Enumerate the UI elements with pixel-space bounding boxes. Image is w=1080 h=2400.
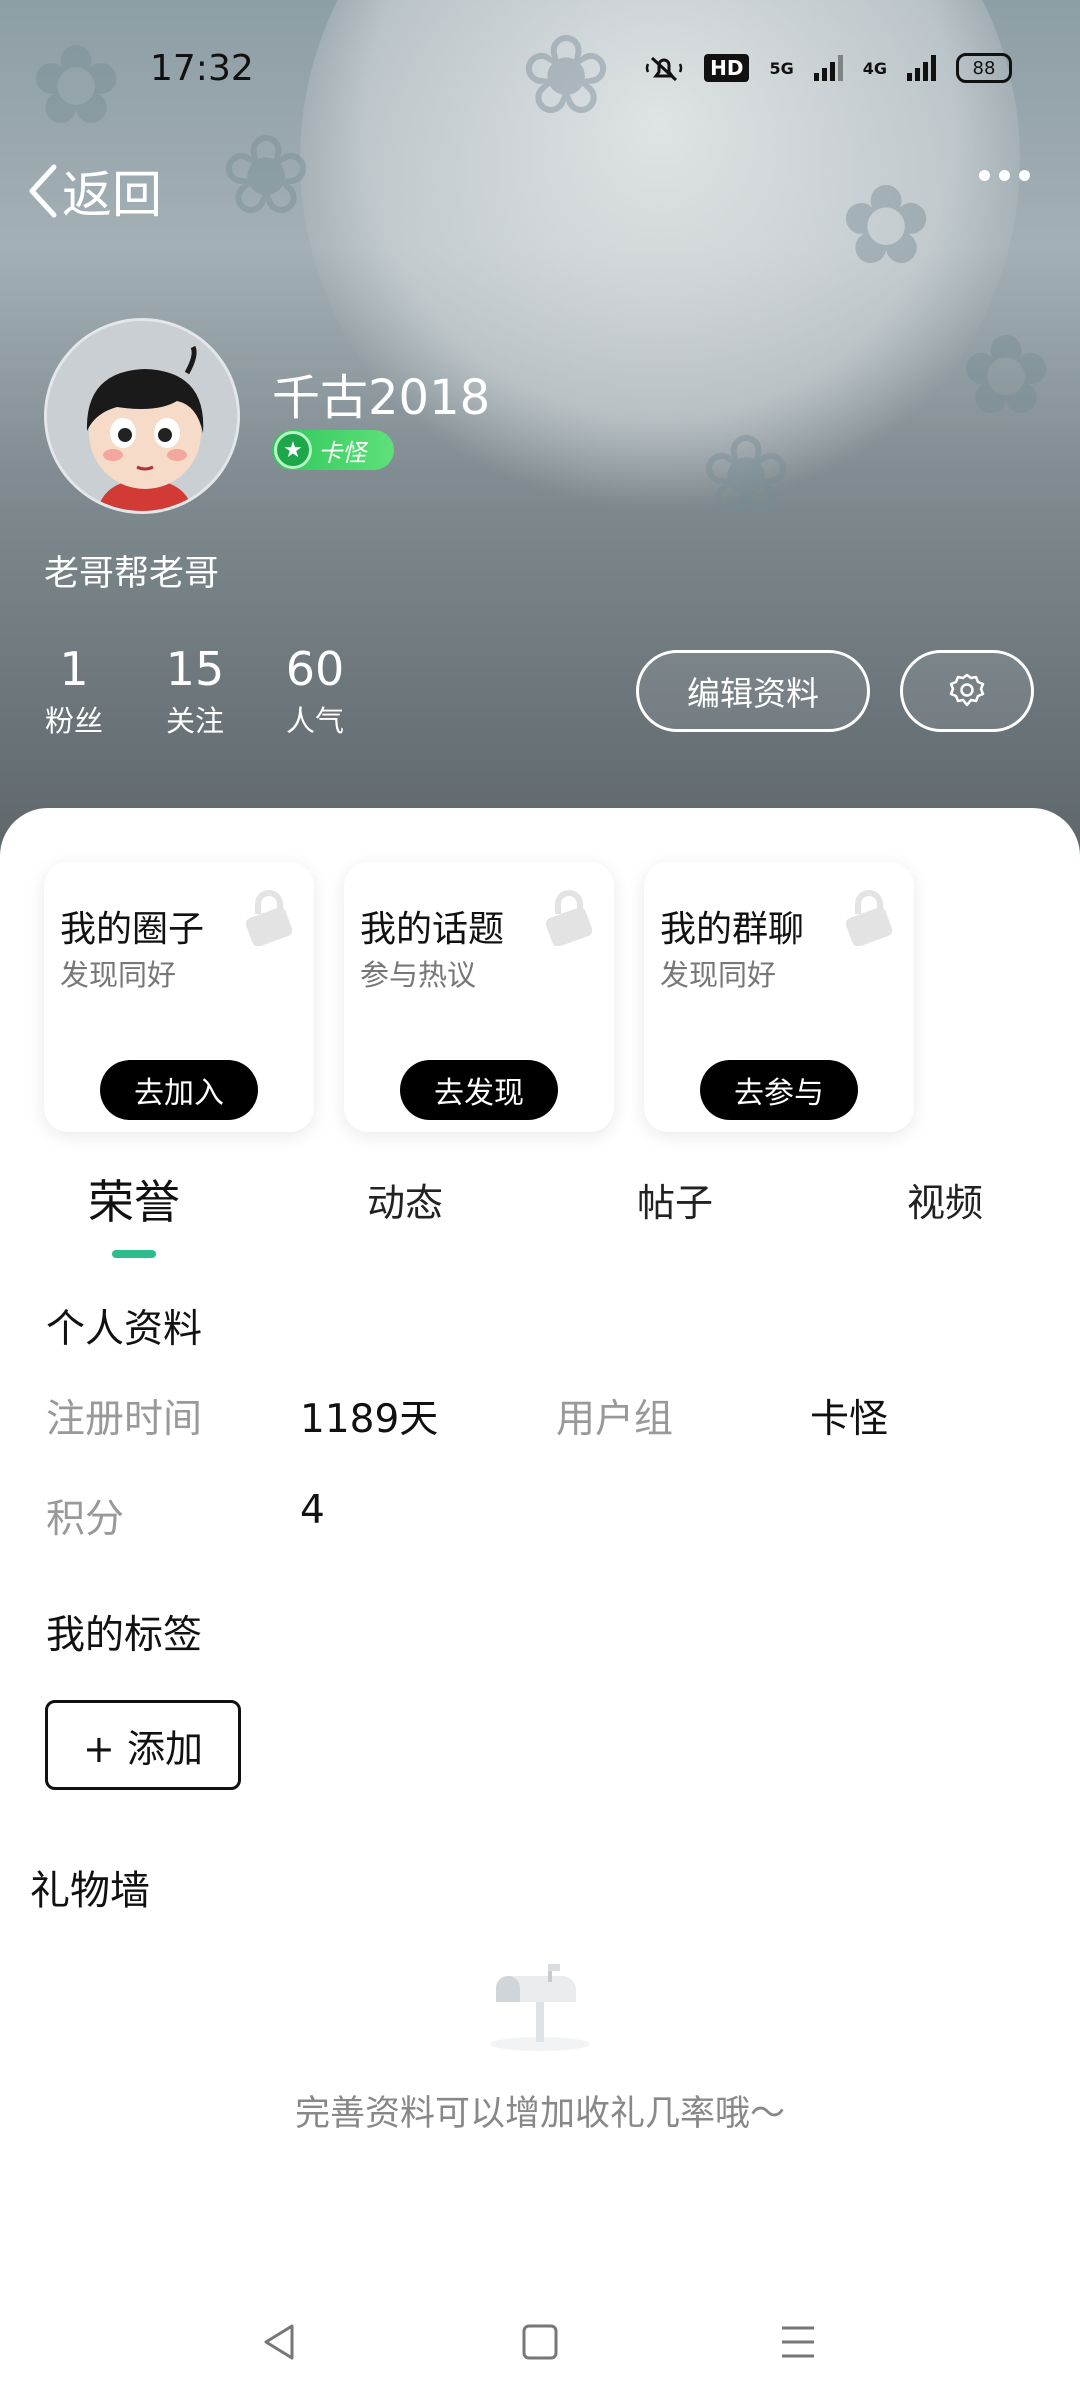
my-tags-title: 我的标签 (46, 1613, 203, 1658)
tab-activity[interactable]: 动态 (325, 1172, 485, 1227)
participate-button[interactable]: 去参与 (700, 1060, 858, 1120)
settings-button[interactable] (900, 650, 1034, 732)
user-group-label: 用户组 (556, 1397, 674, 1442)
stat-label: 关注 (165, 704, 224, 738)
personal-info-title: 个人资料 (46, 1307, 203, 1352)
status-time: 17:32 (150, 48, 254, 89)
feature-card-title: 我的群聊 (660, 909, 805, 950)
avatar-illustration (47, 321, 237, 511)
stat-label: 粉丝 (44, 704, 103, 738)
stat-value: 1 (59, 642, 89, 696)
profile-tabs: 荣誉 动态 帖子 视频 (0, 1160, 1080, 1260)
flower-decoration: ✿ (840, 161, 933, 289)
battery-icon: 88 (956, 53, 1012, 83)
hd-badge: HD (704, 54, 750, 82)
tab-honor[interactable]: 荣誉 (54, 1166, 214, 1232)
more-dot (979, 170, 990, 181)
reg-time-value: 1189天 (300, 1397, 439, 1442)
tab-active-indicator (112, 1250, 156, 1258)
tab-videos[interactable]: 视频 (865, 1172, 1025, 1227)
discover-button[interactable]: 去发现 (400, 1060, 558, 1120)
lock-icon (845, 890, 893, 946)
profile-bio: 老哥帮老哥 (44, 554, 220, 594)
flower-decoration: ❀ (520, 11, 613, 139)
status-icons: HD 5G 4G 88 (644, 52, 1012, 84)
feature-card-subtitle: 参与热议 (360, 958, 477, 992)
lock-icon (545, 890, 593, 946)
more-button[interactable] (979, 170, 1030, 181)
feature-card-subtitle: 发现同好 (60, 958, 177, 992)
recents-menu-icon[interactable] (776, 2320, 820, 2364)
home-square-icon[interactable] (518, 2320, 562, 2364)
stat-following[interactable]: 15 关注 (160, 642, 230, 740)
level-label: 卡怪 (318, 438, 366, 467)
more-dot (1019, 170, 1030, 181)
back-triangle-icon[interactable] (258, 2320, 302, 2364)
flower-decoration: ✿ (30, 21, 123, 149)
system-navigation-bar (0, 2290, 1080, 2400)
join-button[interactable]: 去加入 (100, 1060, 258, 1120)
feature-card-title: 我的圈子 (60, 909, 205, 950)
flower-decoration: ❀ (220, 111, 313, 239)
flower-decoration: ✿ (960, 311, 1053, 439)
stat-fans[interactable]: 1 粉丝 (44, 642, 104, 740)
feature-card-circles[interactable]: 我的圈子 发现同好 去加入 (44, 862, 314, 1132)
username: 千古2018 (272, 370, 491, 426)
add-tag-button[interactable]: + 添加 (45, 1700, 241, 1790)
level-badge: ★ 卡怪 (272, 430, 394, 470)
stat-popularity[interactable]: 60 人气 (280, 642, 350, 740)
empty-mailbox-icon (490, 1964, 590, 2051)
user-group-value: 卡怪 (810, 1397, 889, 1442)
feature-card-subtitle: 发现同好 (660, 958, 777, 992)
back-label: 返回 (62, 166, 162, 224)
reg-time-label: 注册时间 (46, 1397, 203, 1442)
flower-decoration: ❀ (700, 411, 793, 539)
network-4g-label: 4G (862, 58, 887, 78)
edit-profile-button[interactable]: 编辑资料 (636, 650, 870, 732)
stat-value: 60 (285, 642, 345, 696)
gift-wall-empty-tip: 完善资料可以增加收礼几率哦～ (294, 2094, 785, 2134)
profile-header: ✿ ✿ ❀ ❀ ✿ ❀ 17:32 HD 5G 4G 88 返回 千古2018 … (0, 0, 1080, 880)
tab-posts[interactable]: 帖子 (595, 1172, 755, 1227)
signal-icon (813, 55, 843, 81)
back-button[interactable]: 返回 (26, 155, 162, 227)
signal-icon (907, 55, 936, 81)
mute-bell-icon (645, 56, 683, 82)
more-dot (999, 170, 1010, 181)
star-icon: ★ (274, 431, 312, 469)
lock-icon (245, 890, 293, 946)
stat-label: 人气 (285, 704, 344, 738)
points-value: 4 (300, 1488, 325, 1533)
points-label: 积分 (46, 1497, 125, 1542)
feature-card-group-chat[interactable]: 我的群聊 发现同好 去参与 (644, 862, 914, 1132)
feature-card-topics[interactable]: 我的话题 参与热议 去发现 (344, 862, 614, 1132)
gift-wall-title: 礼物墙 (30, 1868, 150, 1914)
chevron-left-icon (29, 164, 57, 218)
network-5g-label: 5G (769, 58, 794, 78)
gear-icon (949, 673, 985, 707)
stat-value: 15 (165, 642, 225, 696)
avatar[interactable] (44, 318, 240, 514)
feature-card-title: 我的话题 (360, 909, 505, 950)
